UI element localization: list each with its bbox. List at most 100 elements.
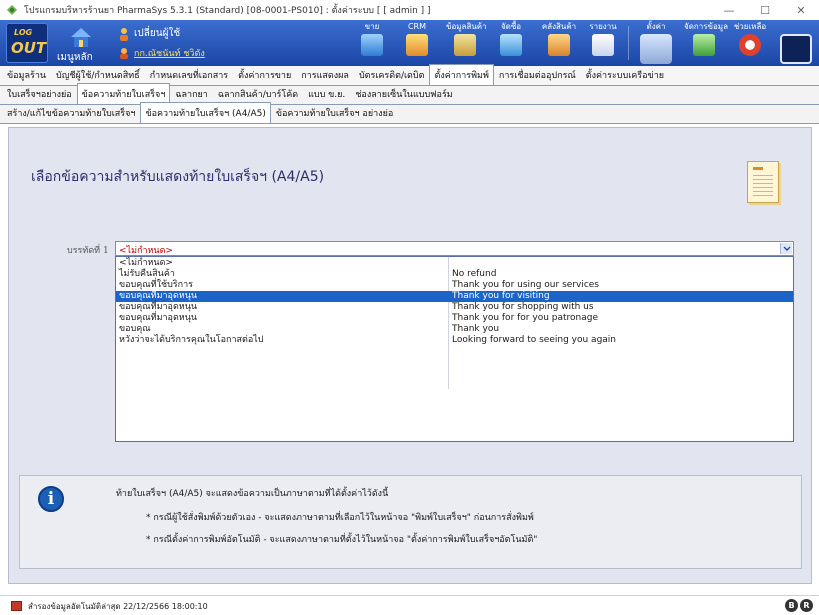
option-row[interactable]: ขอบคุณที่มาอุดหนุน Thank you for for you … (116, 313, 793, 324)
tab-network-settings[interactable]: ตั้งค่าระบบเครือข่าย (581, 64, 669, 85)
tab-short-receipt[interactable]: ใบเสร็จฯอย่างย่อ (2, 83, 77, 104)
tab-product-label[interactable]: ฉลากสินค้า/บาร์โค้ด (213, 83, 303, 104)
user-name: กก.ณัชนันท์ ชวิตัง (134, 49, 205, 59)
help-button[interactable]: ช่วยเหลือ (730, 22, 770, 64)
tab-print-settings[interactable]: ตั้งค่าการพิมพ์ (429, 64, 494, 85)
option-thai-text: ขอบคุณที่มาอุดหนุน (119, 291, 198, 301)
tab-footer-short[interactable]: ข้อความท้ายใบเสร็จฯ อย่างย่อ (271, 102, 398, 123)
page-heading: เลือกข้อความสำหรับแสดงท้ายใบเสร็จฯ (A4/A… (31, 169, 325, 185)
data-manage-label: จัดการข้อมูล (684, 22, 728, 31)
close-button[interactable]: ✕ (783, 0, 819, 20)
line-1-select[interactable]: <ไม่กำหนด> (115, 241, 794, 256)
tab-credit-debit[interactable]: บัตรเครดิต/เดบิต (354, 64, 430, 85)
tab-store-info[interactable]: ข้อมูลร้าน (2, 64, 51, 85)
tab-footer-a4a5[interactable]: ข้อความท้ายใบเสร็จฯ (A4/A5) (140, 102, 271, 123)
home-label: เมนูหลัก (57, 52, 93, 63)
window-controls: — ☐ ✕ (711, 0, 819, 20)
report-label: รายงาน (589, 22, 617, 31)
option-row[interactable]: ขอบคุณที่มาอุดหนุน Thank you for shopping… (116, 302, 793, 313)
option-english-text: Thank you for shopping with us (452, 302, 594, 312)
tab-drug-label[interactable]: ฉลากยา (170, 83, 212, 104)
purchase-button[interactable]: จัดซื้อ (496, 22, 526, 64)
info-box: i ท้ายใบเสร็จฯ (A4/A5) จะแสดงข้อความเป็น… (19, 475, 802, 569)
option-row[interactable]: ขอบคุณที่มาอุดหนุน Thank you for visiting (116, 291, 793, 302)
data-manage-button[interactable]: จัดการข้อมูล (684, 22, 728, 64)
option-thai-text: ไม่รับคืนสินค้า (119, 269, 175, 279)
tab-signature-field[interactable]: ช่องลายเซ็นในแบบฟอร์ม (350, 83, 457, 104)
settings-button[interactable]: ตั้งค่า (634, 22, 678, 64)
option-thai-text: หวังว่าจะได้บริการคุณในโอกาสต่อไป (119, 335, 264, 345)
crm-label: CRM (407, 22, 427, 31)
option-thai-text: ขอบคุณที่มาอุดหนุน (119, 302, 198, 312)
inventory-button[interactable]: คลังสินค้า (540, 22, 578, 64)
user-icon (120, 27, 128, 41)
app-logo-icon (7, 5, 17, 15)
option-row[interactable]: ขอบคุณ Thank you (116, 324, 793, 335)
sale-label: ขาย (364, 22, 380, 31)
switch-user-label: เปลี่ยนผู้ใช้ (134, 28, 181, 39)
people-icon (406, 34, 428, 56)
option-english-text: Looking forward to seeing you again (452, 335, 617, 345)
product-info-button[interactable]: ข้อมูลสินค้า (446, 22, 487, 64)
minimize-button[interactable]: — (711, 0, 747, 20)
option-english-text: Thank you for visiting (452, 291, 550, 301)
toolbar-separator (628, 26, 629, 60)
product-info-label: ข้อมูลสินค้า (446, 22, 487, 31)
tab-sales-settings[interactable]: ตั้งค่าการขาย (233, 64, 296, 85)
database-icon (693, 34, 715, 56)
maximize-button[interactable]: ☐ (747, 0, 783, 20)
warehouse-icon (548, 34, 570, 56)
info-bullet-1: * กรณีผู้ใช้สั่งพิมพ์ด้วยตัวเอง - จะแสดง… (146, 513, 534, 523)
inventory-label: คลังสินค้า (541, 22, 577, 31)
report-button[interactable]: รายงาน (586, 22, 620, 64)
option-thai-text: <ไม่กำหนด> (119, 258, 173, 268)
monitor-button[interactable] (778, 22, 814, 64)
report-icon (592, 34, 614, 56)
receipt-document-icon (747, 161, 779, 203)
status-badges: B R (785, 599, 813, 612)
backup-status: สำรองข้อมูลอัตโนมัติล่าสุด 22/12/2566 18… (28, 602, 208, 611)
status-badge-r[interactable]: R (800, 599, 813, 612)
home-icon (71, 28, 91, 47)
tab-display[interactable]: การแสดงผล (296, 64, 354, 85)
crm-button[interactable]: CRM (400, 22, 434, 64)
option-english-text: Thank you for for you patronage (452, 313, 598, 323)
logout-button[interactable]: LOG OUT (6, 23, 48, 63)
home-button[interactable]: เมนูหลัก (55, 23, 111, 63)
switch-user-button[interactable]: เปลี่ยนผู้ใช้ (118, 26, 180, 41)
tab-user-accounts[interactable]: บัญชีผู้ใช้/กำหนดสิทธิ์ (51, 64, 145, 85)
options-dropdown: <ไม่กำหนด> ไม่รับคืนสินค้า No refund ขอบคุณ… (115, 256, 794, 442)
tab-document-numbers[interactable]: กำหนดเลขที่เอกสาร (145, 64, 233, 85)
logout-bottom-label: OUT (11, 39, 47, 57)
info-bullet-2: * กรณีตั้งค่าการพิมพ์อัตโนมัติ - จะแสดงภ… (146, 535, 538, 545)
line-1-label: บรรทัดที่ 1 (67, 246, 109, 256)
option-thai-text: ขอบคุณที่มาอุดหนุน (119, 313, 198, 323)
option-row[interactable]: ขอบคุณที่ใช้บริการ Thank you for using ou… (116, 280, 793, 291)
status-badge-b[interactable]: B (785, 599, 798, 612)
footer-sub-tabs: สร้าง/แก้ไขข้อความท้ายใบเสร็จฯ ข้อความท้… (0, 102, 819, 124)
user-name-link[interactable]: กก.ณัชนันท์ ชวิตัง (118, 46, 205, 60)
tab-receipt-footer[interactable]: ข้อความท้ายใบเสร็จฯ (76, 83, 171, 104)
title-bar: โปรแกรมบริหารร้านยา PharmaSys 5.3.1 (Sta… (0, 0, 819, 20)
backup-icon (11, 601, 22, 611)
tab-edit-footer-text[interactable]: สร้าง/แก้ไขข้อความท้ายใบเสร็จฯ (2, 102, 140, 123)
user-avatar-icon (120, 48, 128, 59)
lifebuoy-icon (739, 34, 761, 56)
info-main-text: ท้ายใบเสร็จฯ (A4/A5) จะแสดงข้อความเป็นภา… (116, 489, 389, 499)
help-label: ช่วยเหลือ (733, 22, 767, 31)
user-box: เปลี่ยนผู้ใช้ กก.ณัชนันท์ ชวิตัง (118, 24, 258, 62)
selected-value: <ไม่กำหนด> (119, 246, 173, 256)
tab-device-connection[interactable]: การเชื่อมต่ออุปกรณ์ (494, 64, 581, 85)
chevron-down-icon[interactable] (780, 243, 792, 254)
option-row[interactable]: หวังว่าจะได้บริการคุณในโอกาสต่อไป Looking… (116, 335, 793, 346)
option-row[interactable]: <ไม่กำหนด> (116, 258, 793, 269)
option-english-text: No refund (452, 269, 497, 279)
option-english-text: Thank you (452, 324, 500, 334)
option-thai-text: ขอบคุณที่ใช้บริการ (119, 280, 193, 290)
monitor-icon (780, 34, 812, 64)
tab-ky-form[interactable]: แบบ ข.ย. (303, 83, 350, 104)
window-title: โปรแกรมบริหารร้านยา PharmaSys 5.3.1 (Sta… (24, 6, 431, 16)
sale-button[interactable]: ขาย (356, 22, 388, 64)
cash-register-icon (361, 34, 383, 56)
option-row[interactable]: ไม่รับคืนสินค้า No refund (116, 269, 793, 280)
